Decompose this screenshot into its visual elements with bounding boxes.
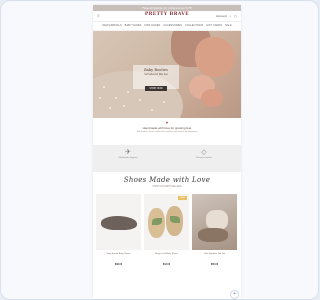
hero-title: Baby Booties <box>144 68 168 72</box>
collection-section: Shoes Made with Love SHOP OUR BESTSELLER… <box>93 172 241 188</box>
product-image[interactable] <box>192 194 237 250</box>
storefront-page: Free shipping on orders over $75 ☰ PRETT… <box>93 5 241 299</box>
dog-figure <box>198 228 228 242</box>
account-link[interactable]: Account <box>216 14 227 18</box>
new-badge: NEW <box>178 196 187 200</box>
blanket-dot <box>103 86 105 88</box>
product-name[interactable]: Beige Leaf Baby Shoes <box>144 253 189 255</box>
blanket-dot <box>115 97 117 99</box>
lifestyle-photo <box>192 194 237 250</box>
nav-item[interactable]: BABY SHOES <box>125 22 142 30</box>
feature-leather: ◇ Premium leather <box>179 148 229 159</box>
nav-item[interactable]: GIFT CARDS <box>206 22 222 30</box>
nav-item[interactable]: KIDS SHOES <box>144 22 160 30</box>
intro-section: ♥ Handmade with love for growing feet So… <box>93 118 241 145</box>
plus-icon[interactable]: + <box>230 290 239 299</box>
product-price: $65.00 <box>210 263 219 266</box>
plane-icon: ✈ <box>125 149 131 156</box>
blanket-dot <box>127 91 129 93</box>
header-actions: Account ⌕ ▢ <box>214 14 237 18</box>
blanket-dot <box>123 105 125 107</box>
hero-baby-foot <box>201 89 223 107</box>
blanket-dot <box>139 99 141 101</box>
nav-item[interactable]: NEW ARRIVALS <box>102 22 121 30</box>
cart-icon[interactable]: ▢ <box>234 14 237 18</box>
hero-banner[interactable]: Baby Booties Soft soles for little feet … <box>93 31 241 118</box>
leaf-appliqué <box>170 216 180 223</box>
diamond-icon: ◇ <box>201 149 207 156</box>
feature-shipping: ✈ Worldwide shipping <box>103 148 153 159</box>
nav-item[interactable]: COLLECTIONS <box>185 22 203 30</box>
heart-icon: ♥ <box>165 120 169 125</box>
product-name[interactable]: Grey Suede Baby Shoes <box>96 253 141 255</box>
features-strip: ✈ Worldwide shipping ◇ Premium leather <box>93 145 241 172</box>
feature-label: Premium leather <box>195 157 213 159</box>
search-icon[interactable]: ⌕ <box>230 14 232 18</box>
leaf-appliqué <box>152 218 162 225</box>
hero-subtitle: Soft soles for little feet <box>144 73 168 76</box>
hero-shop-button[interactable]: SHOP NOW <box>145 86 167 91</box>
product-grid: Grey Suede Baby Shoes $38.00 NEW Beige L… <box>93 188 241 266</box>
product-name[interactable]: Little Explorer Gift Set <box>192 253 237 255</box>
browser-frame: Free shipping on orders over $75 ☰ PRETT… <box>0 0 319 300</box>
blanket-dot <box>99 97 101 99</box>
feature-label: Worldwide shipping <box>118 157 138 159</box>
baby-figure <box>206 210 228 230</box>
product-price: $42.00 <box>162 263 171 266</box>
product-image[interactable]: NEW <box>144 194 189 250</box>
collection-title: Shoes Made with Love <box>123 176 211 184</box>
blanket-dot <box>163 101 165 103</box>
product-price: $38.00 <box>114 263 123 266</box>
grey-shoe-image <box>101 216 137 230</box>
product-card[interactable]: Grey Suede Baby Shoes $38.00 <box>96 194 141 266</box>
product-image[interactable] <box>96 194 141 250</box>
site-header: ☰ PRETTY BRAVE Account ⌕ ▢ <box>93 11 241 22</box>
main-nav: NEW ARRIVALS BABY SHOES KIDS SHOES ACCES… <box>93 22 241 31</box>
nav-item[interactable]: ACCESSORIES <box>163 22 182 30</box>
intro-title: Handmade with love for growing feet <box>142 126 192 130</box>
intro-text: Soft leather shoes crafted for comfort a… <box>136 131 198 133</box>
nav-item[interactable]: SALE <box>225 22 232 30</box>
product-card[interactable]: NEW Beige Leaf Baby Shoes $42.00 <box>144 194 189 266</box>
hero-card: Baby Booties Soft soles for little feet … <box>133 65 179 91</box>
hero-baby-leg <box>195 37 235 77</box>
blanket-dot <box>109 107 111 109</box>
product-card[interactable]: Little Explorer Gift Set $65.00 <box>192 194 237 266</box>
blanket-dot <box>151 109 153 111</box>
